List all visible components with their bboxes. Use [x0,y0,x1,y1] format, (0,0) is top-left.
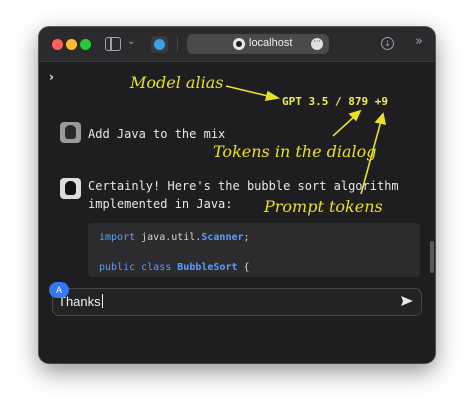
annotation-arrows [225,85,387,195]
annotation-tokens-dialog: Tokens in the dialog [213,142,377,161]
annotation-prompt-tokens: Prompt tokens [264,197,383,216]
annotation-model-alias: Model alias [130,73,224,92]
